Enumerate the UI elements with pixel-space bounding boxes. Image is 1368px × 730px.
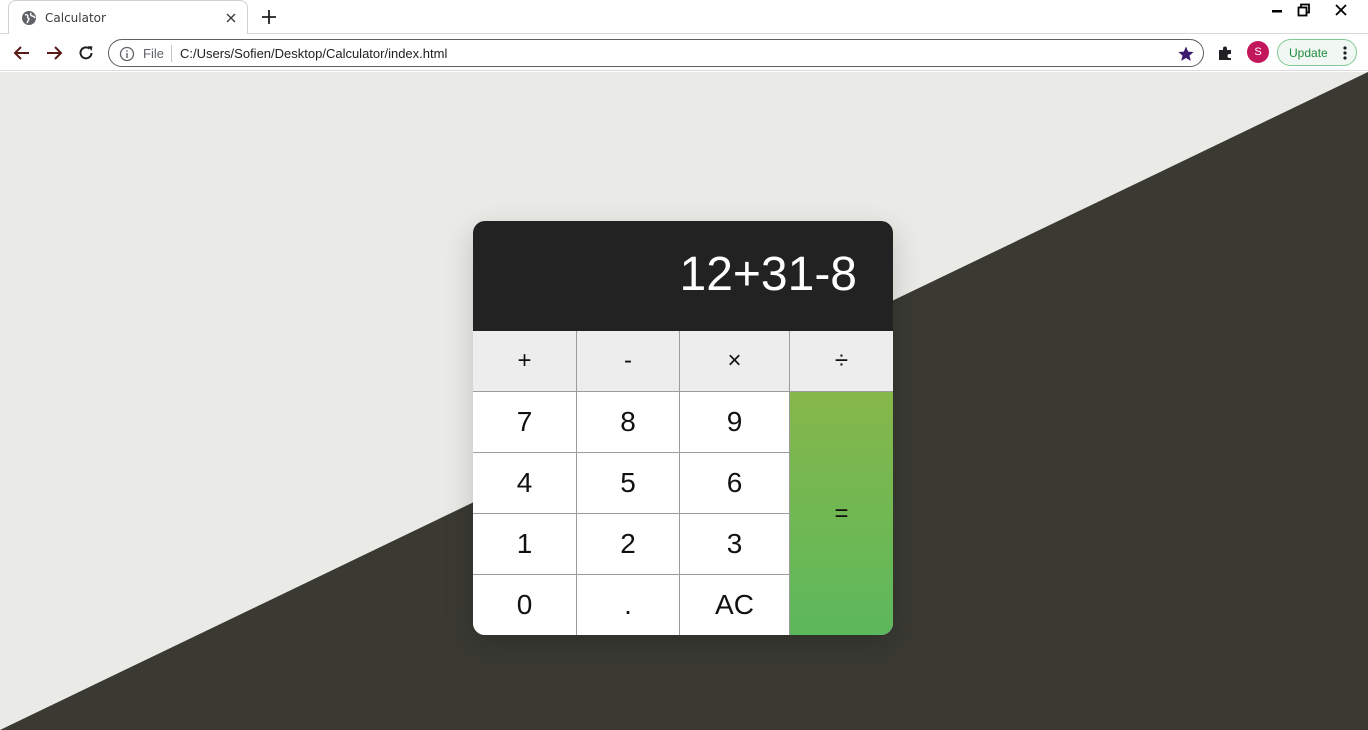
profile-avatar[interactable]: S bbox=[1247, 41, 1269, 63]
digit-5-button[interactable]: 5 bbox=[577, 453, 680, 514]
star-icon[interactable] bbox=[1177, 45, 1195, 63]
update-button[interactable]: Update bbox=[1277, 39, 1357, 66]
browser-toolbar: File C:/Users/Sofien/Desktop/Calculator/… bbox=[0, 35, 1368, 71]
decimal-button[interactable]: . bbox=[577, 575, 680, 635]
address-divider bbox=[171, 45, 172, 62]
add-button[interactable]: + bbox=[473, 331, 577, 392]
calculator: 12+31-8 + - × ÷ 7 8 9 4 5 6 1 2 3 0 . AC… bbox=[473, 221, 893, 635]
equals-button[interactable]: = bbox=[790, 392, 893, 635]
digit-1-button[interactable]: 1 bbox=[473, 514, 577, 575]
reload-icon[interactable] bbox=[76, 43, 96, 63]
divide-button[interactable]: ÷ bbox=[790, 331, 893, 392]
digit-3-button[interactable]: 3 bbox=[680, 514, 790, 575]
digit-7-button[interactable]: 7 bbox=[473, 392, 577, 453]
update-label: Update bbox=[1289, 46, 1328, 60]
more-vert-icon[interactable] bbox=[1342, 45, 1348, 61]
display-value: 12+31-8 bbox=[679, 248, 858, 301]
forward-arrow-icon[interactable] bbox=[44, 43, 64, 63]
close-icon[interactable] bbox=[223, 10, 239, 26]
plus-icon[interactable] bbox=[261, 9, 277, 25]
window-close-icon[interactable] bbox=[1334, 3, 1348, 17]
browser-tab[interactable]: Calculator bbox=[8, 0, 248, 34]
digit-0-button[interactable]: 0 bbox=[473, 575, 577, 635]
tab-strip: Calculator bbox=[0, 0, 1368, 34]
digit-2-button[interactable]: 2 bbox=[577, 514, 680, 575]
address-bar[interactable]: File C:/Users/Sofien/Desktop/Calculator/… bbox=[108, 39, 1204, 67]
clear-button[interactable]: AC bbox=[680, 575, 790, 635]
info-icon[interactable] bbox=[119, 46, 135, 62]
multiply-button[interactable]: × bbox=[680, 331, 790, 392]
url-text[interactable]: C:/Users/Sofien/Desktop/Calculator/index… bbox=[180, 46, 447, 61]
back-arrow-icon[interactable] bbox=[12, 43, 32, 63]
tab-title: Calculator bbox=[45, 11, 106, 25]
digit-6-button[interactable]: 6 bbox=[680, 453, 790, 514]
subtract-button[interactable]: - bbox=[577, 331, 680, 392]
page-viewport: 12+31-8 + - × ÷ 7 8 9 4 5 6 1 2 3 0 . AC… bbox=[0, 72, 1368, 730]
digit-4-button[interactable]: 4 bbox=[473, 453, 577, 514]
digit-8-button[interactable]: 8 bbox=[577, 392, 680, 453]
digit-9-button[interactable]: 9 bbox=[680, 392, 790, 453]
restore-icon[interactable] bbox=[1297, 3, 1311, 17]
puzzle-icon[interactable] bbox=[1216, 43, 1236, 63]
globe-icon bbox=[22, 11, 36, 25]
calculator-display: 12+31-8 bbox=[473, 221, 893, 331]
scheme-label: File bbox=[143, 46, 164, 61]
minimize-icon[interactable] bbox=[1270, 3, 1284, 17]
